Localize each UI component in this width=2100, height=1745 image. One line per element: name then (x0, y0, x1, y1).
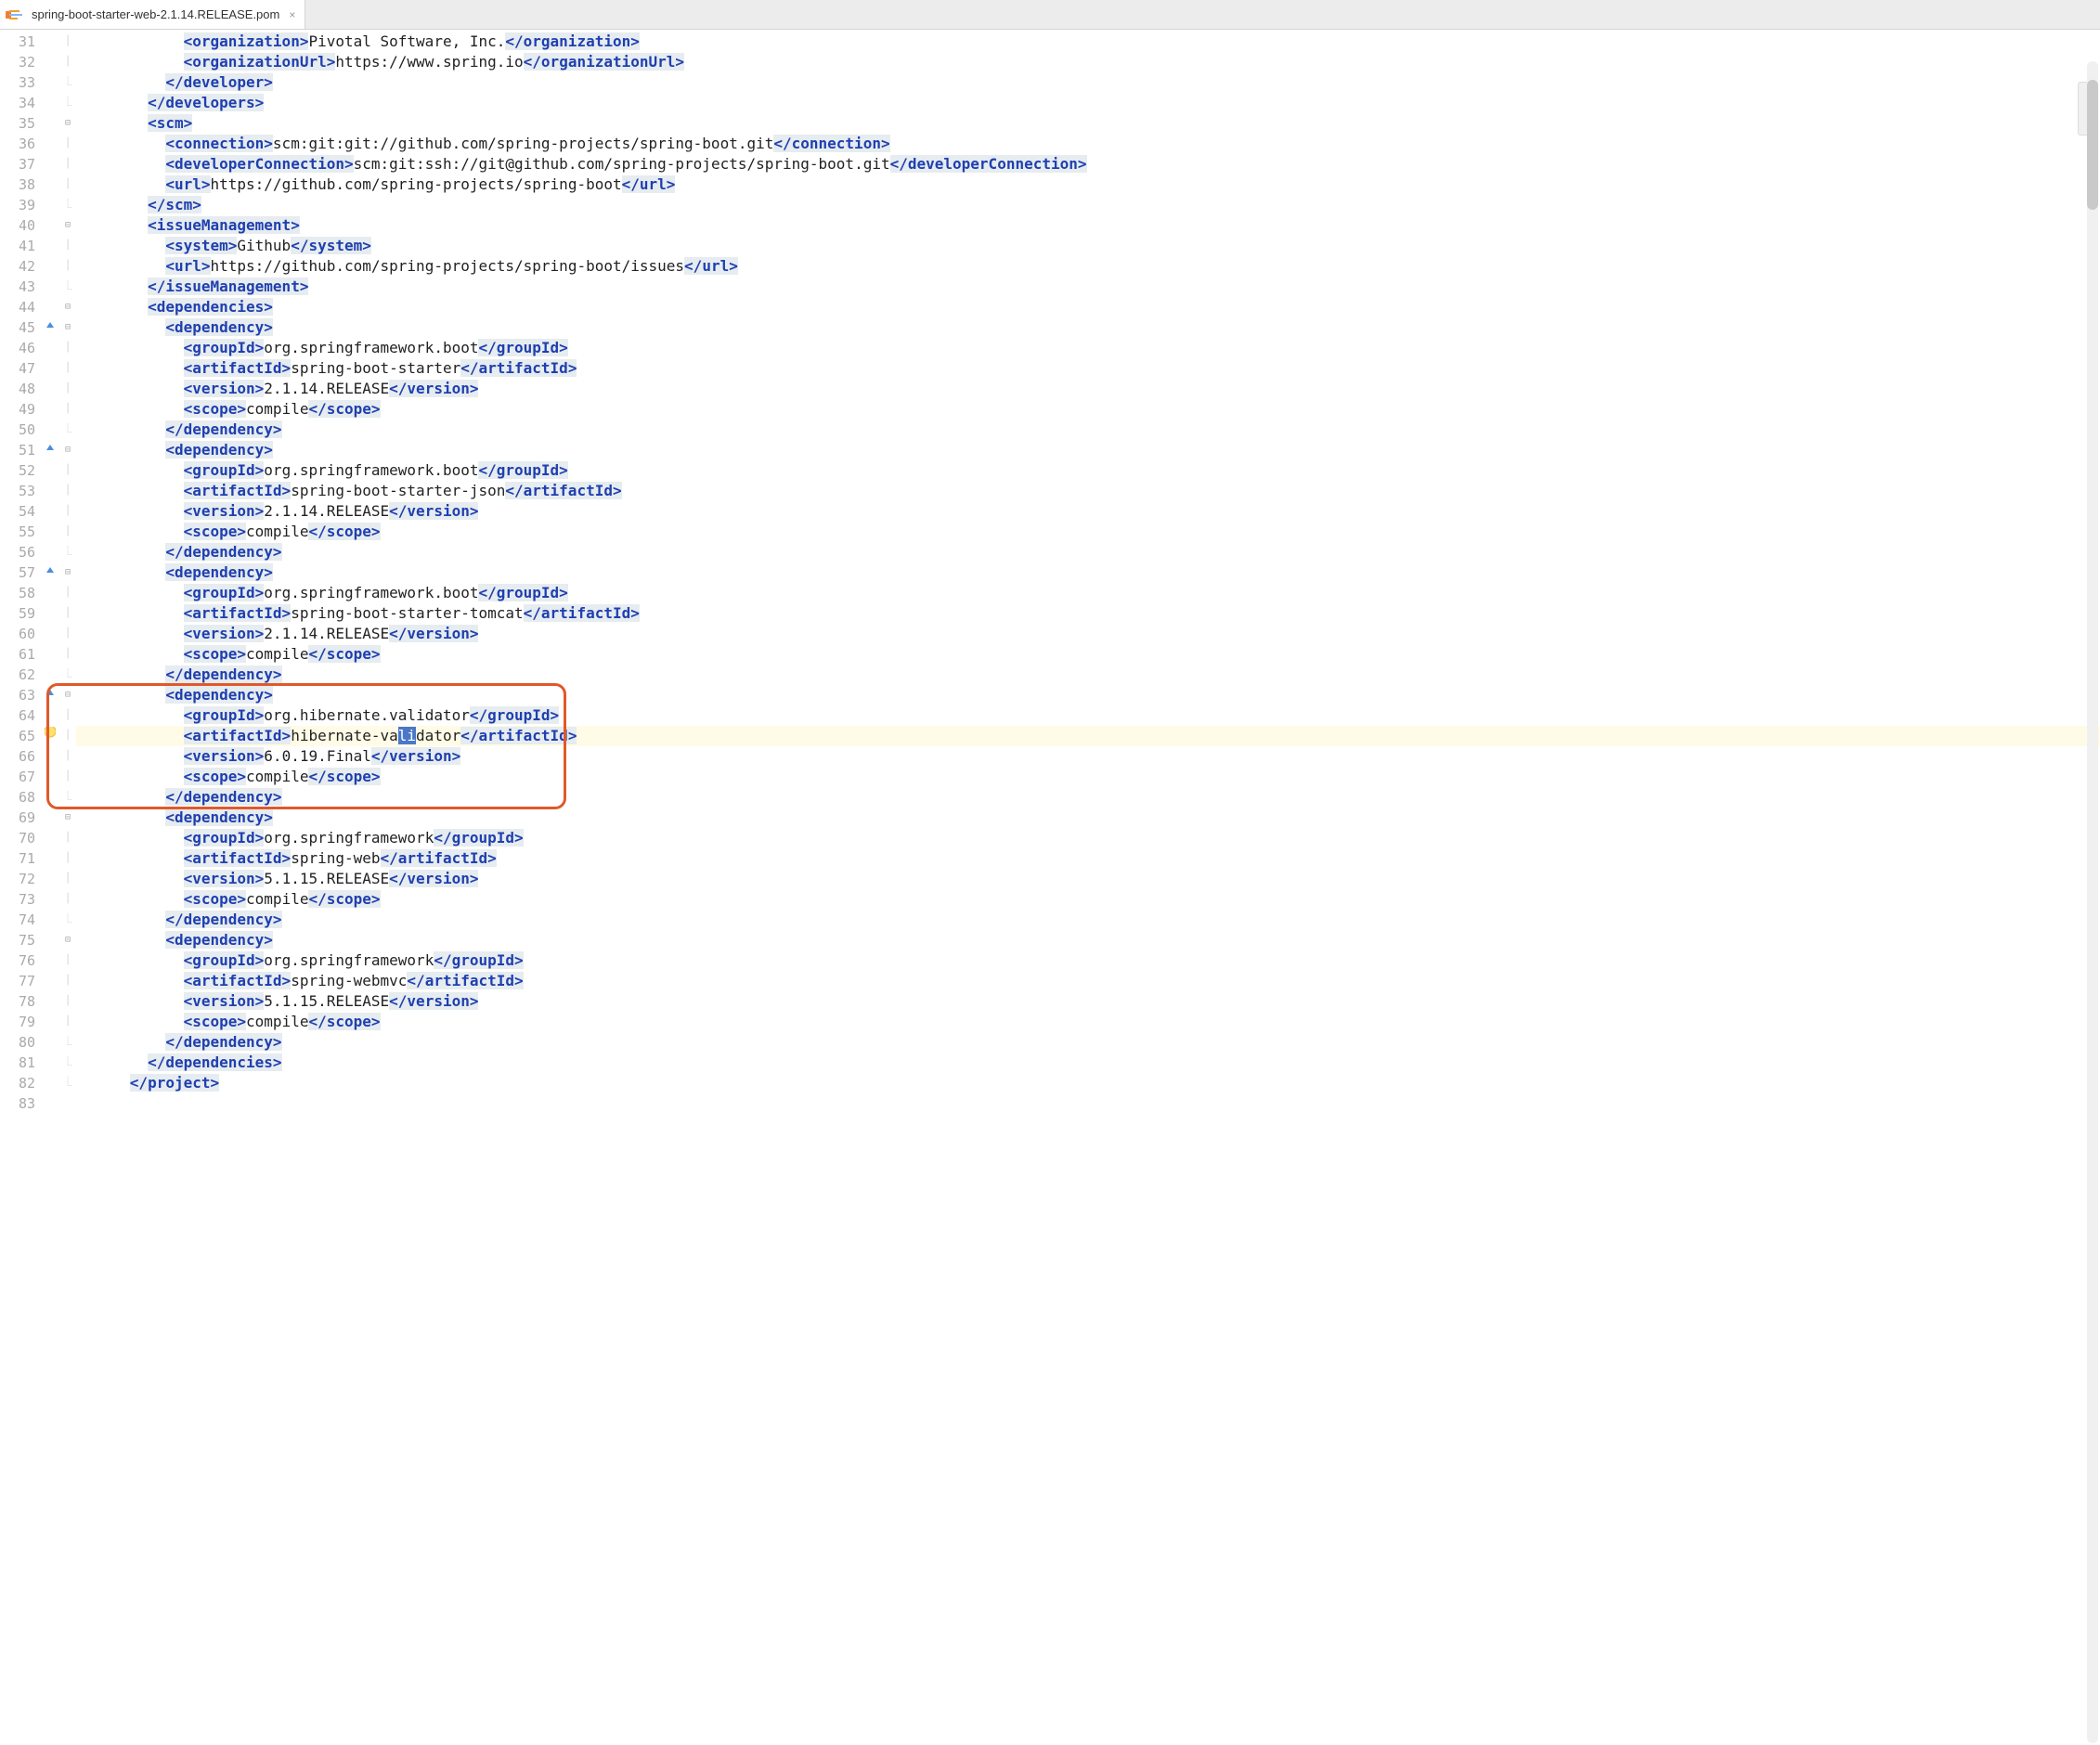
code-line[interactable]: </dependency> (76, 665, 2100, 685)
scrollbar-thumb[interactable] (2087, 80, 2098, 210)
code-line[interactable]: <version>5.1.15.RELEASE</version> (76, 869, 2100, 889)
code-line[interactable]: <organizationUrl>https://www.spring.io</… (76, 52, 2100, 72)
code-line[interactable]: <version>2.1.14.RELEASE</version> (76, 379, 2100, 399)
code-line[interactable]: </developers> (76, 93, 2100, 113)
code-line[interactable]: <scope>compile</scope> (76, 644, 2100, 665)
file-tab-label: spring-boot-starter-web-2.1.14.RELEASE.p… (32, 7, 279, 21)
code-line[interactable]: <artifactId>spring-boot-starter-tomcat</… (76, 603, 2100, 624)
code-line[interactable]: <scm> (76, 113, 2100, 134)
code-line[interactable]: <groupId>org.springframework.boot</group… (76, 583, 2100, 603)
code-line[interactable] (76, 1093, 2100, 1114)
file-tab[interactable]: spring-boot-starter-web-2.1.14.RELEASE.p… (0, 0, 305, 29)
code-line[interactable]: <artifactId>spring-webmvc</artifactId> (76, 971, 2100, 991)
code-line[interactable]: <scope>compile</scope> (76, 522, 2100, 542)
code-line[interactable]: <artifactId>spring-boot-starter</artifac… (76, 358, 2100, 379)
fold-toggle-icon[interactable]: ⊟ (59, 297, 76, 317)
code-line[interactable]: <developerConnection>scm:git:ssh://git@g… (76, 154, 2100, 174)
fold-toggle-icon[interactable]: ⊟ (59, 808, 76, 828)
code-line[interactable]: <version>5.1.15.RELEASE</version> (76, 991, 2100, 1012)
code-line[interactable]: <artifactId>spring-web</artifactId> (76, 848, 2100, 869)
code-line[interactable]: </scm> (76, 195, 2100, 215)
code-line[interactable]: <scope>compile</scope> (76, 889, 2100, 910)
code-line[interactable]: </dependencies> (76, 1053, 2100, 1073)
nav-up-icon[interactable] (45, 443, 56, 454)
code-line[interactable]: <groupId>org.springframework.boot</group… (76, 460, 2100, 481)
code-line[interactable]: <version>6.0.19.Final</version> (76, 746, 2100, 767)
code-line[interactable]: <groupId>org.springframework</groupId> (76, 950, 2100, 971)
line-number-gutter: 3132333435363738394041424344454647484950… (0, 30, 41, 1745)
maven-file-icon (9, 8, 26, 21)
code-line[interactable]: <dependency> (76, 562, 2100, 583)
code-line[interactable]: </project> (76, 1073, 2100, 1093)
fold-toggle-icon[interactable]: ⊟ (59, 440, 76, 460)
fold-toggle-icon[interactable]: ⊟ (59, 930, 76, 950)
code-line[interactable]: <artifactId>spring-boot-starter-json</ar… (76, 481, 2100, 501)
code-line[interactable]: <scope>compile</scope> (76, 1012, 2100, 1032)
code-area[interactable]: <organization>Pivotal Software, Inc.</or… (76, 30, 2100, 1745)
nav-up-icon[interactable] (45, 565, 56, 576)
fold-gutter[interactable]: ││⎿⎿⊟│││⎿⊟││⎿⊟⊟││││⎿⊟││││⎿⊟││││⎿⊟││││⎿⊟│… (59, 30, 76, 1745)
code-line[interactable]: </issueManagement> (76, 277, 2100, 297)
code-line[interactable]: </dependency> (76, 542, 2100, 562)
close-icon[interactable]: × (289, 8, 295, 21)
code-line[interactable]: <version>2.1.14.RELEASE</version> (76, 501, 2100, 522)
code-line[interactable]: <dependency> (76, 930, 2100, 950)
editor-window: spring-boot-starter-web-2.1.14.RELEASE.p… (0, 0, 2100, 1745)
intention-bulb-icon[interactable] (45, 727, 56, 740)
fold-toggle-icon[interactable]: ⊟ (59, 562, 76, 583)
code-line[interactable]: </dependency> (76, 420, 2100, 440)
editor-viewport[interactable]: 3132333435363738394041424344454647484950… (0, 30, 2100, 1745)
code-line[interactable]: <dependency> (76, 317, 2100, 338)
code-line[interactable]: <connection>scm:git:git://github.com/spr… (76, 134, 2100, 154)
code-line[interactable]: <url>https://github.com/spring-projects/… (76, 256, 2100, 277)
code-line[interactable]: </dependency> (76, 910, 2100, 930)
code-line[interactable]: <version>2.1.14.RELEASE</version> (76, 624, 2100, 644)
code-line[interactable]: <url>https://github.com/spring-projects/… (76, 174, 2100, 195)
marker-gutter (41, 30, 59, 1745)
code-line[interactable]: <dependency> (76, 685, 2100, 705)
code-line[interactable]: <groupId>org.springframework.boot</group… (76, 338, 2100, 358)
tab-bar: spring-boot-starter-web-2.1.14.RELEASE.p… (0, 0, 2100, 30)
code-line[interactable]: </dependency> (76, 1032, 2100, 1053)
code-line[interactable]: </developer> (76, 72, 2100, 93)
code-line[interactable]: <groupId>org.springframework</groupId> (76, 828, 2100, 848)
fold-toggle-icon[interactable]: ⊟ (59, 215, 76, 236)
code-line[interactable]: <scope>compile</scope> (76, 399, 2100, 420)
code-line[interactable]: <scope>compile</scope> (76, 767, 2100, 787)
code-line[interactable]: <system>Github</system> (76, 236, 2100, 256)
fold-toggle-icon[interactable]: ⊟ (59, 317, 76, 338)
vertical-scrollbar[interactable] (2087, 61, 2098, 1743)
fold-toggle-icon[interactable]: ⊟ (59, 113, 76, 134)
code-line[interactable]: <artifactId>hibernate-validator</artifac… (76, 726, 2100, 746)
code-line[interactable]: <organization>Pivotal Software, Inc.</or… (76, 32, 2100, 52)
code-line[interactable]: <dependencies> (76, 297, 2100, 317)
fold-toggle-icon[interactable]: ⊟ (59, 685, 76, 705)
code-line[interactable]: <dependency> (76, 808, 2100, 828)
code-line[interactable]: <dependency> (76, 440, 2100, 460)
code-line[interactable]: <groupId>org.hibernate.validator</groupI… (76, 705, 2100, 726)
nav-up-icon[interactable] (45, 688, 56, 699)
code-line[interactable]: </dependency> (76, 787, 2100, 808)
nav-up-icon[interactable] (45, 320, 56, 331)
code-line[interactable]: <issueManagement> (76, 215, 2100, 236)
